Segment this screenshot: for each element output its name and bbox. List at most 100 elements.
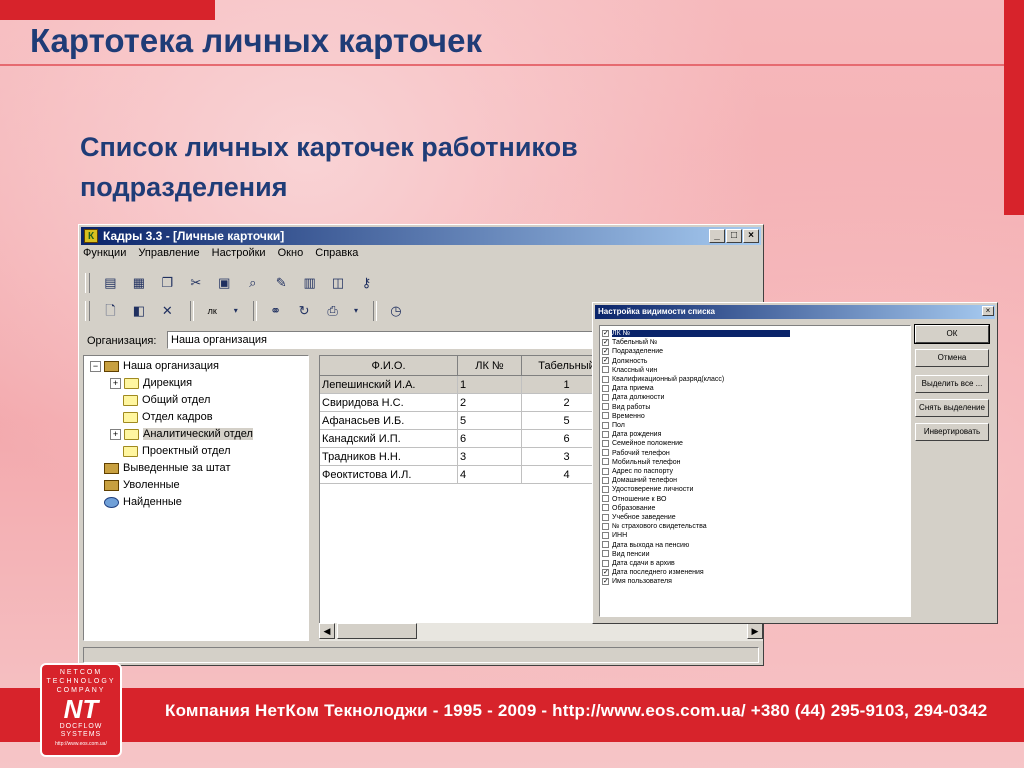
checkbox-checked-icon[interactable]: ✓ [602,578,609,586]
binoculars-icon[interactable]: ⚭ [266,301,286,321]
book-icon[interactable]: ◫ [328,273,348,293]
copy-icon[interactable]: ❐ [157,273,177,293]
toolbar-grip-2[interactable] [85,301,90,321]
checkbox-icon[interactable] [602,440,609,448]
checklist-item[interactable]: Адрес по паспорту [602,467,673,476]
checkbox-icon[interactable] [602,412,609,420]
table-cell[interactable]: 6 [458,430,522,448]
checkbox-icon[interactable] [602,449,609,457]
checklist-item[interactable]: Дата рождения [602,430,661,439]
dialog-title[interactable]: Настройка видимости списка [595,305,995,319]
checklist-item[interactable]: № страхового свидетельства [602,522,707,531]
checkbox-icon[interactable] [602,467,609,475]
checkbox-icon[interactable] [602,541,609,549]
table-cell[interactable]: Лепешинский И.А. [320,376,458,394]
checklist-item[interactable]: Вид работы [602,403,650,412]
checkbox-icon[interactable] [602,495,609,503]
checklist-item[interactable]: Дата должности [602,393,664,402]
checklist-item[interactable]: ✓ Дата последнего изменения [602,568,704,577]
table-cell[interactable]: 3 [458,448,522,466]
table-cell[interactable]: 2 [458,394,522,412]
scroll-thumb[interactable] [337,623,417,639]
table-cell[interactable]: Феоктистова И.Л. [320,466,458,484]
expand-icon[interactable]: + [110,377,121,389]
checkbox-checked-icon[interactable]: ✓ [602,338,609,346]
table-cell[interactable]: Свиридова Н.С. [320,394,458,412]
tree-node-analytics[interactable]: + Аналитический отдел [110,428,253,444]
dialog-close-icon[interactable]: × [982,306,994,316]
tree-node-project[interactable]: Проектный отдел [123,445,231,461]
checklist-item[interactable]: ✓ ЛК № [602,329,791,338]
checkbox-icon[interactable] [602,522,609,530]
checklist-item[interactable]: Классный чин [602,366,657,375]
scroll-right-icon[interactable]: ▶ [747,623,763,639]
lk-button[interactable]: лк [202,301,222,321]
column-header-lk[interactable]: ЛК № [458,356,522,376]
delete-icon[interactable]: ✕ [157,301,177,321]
edit-icon[interactable]: ✎ [271,273,291,293]
checkbox-checked-icon[interactable]: ✓ [602,329,609,337]
toolbar-grip[interactable] [85,273,90,293]
horizontal-scrollbar[interactable]: ◀ ▶ [319,623,763,641]
table-cell[interactable]: 1 [458,376,522,394]
print-icon[interactable]: ⎙ [323,301,343,321]
checklist-item[interactable]: Дата приема [602,384,654,393]
scissors-icon[interactable]: ✂ [186,273,206,293]
checkbox-icon[interactable] [602,375,609,383]
menu-settings[interactable]: Настройки [212,247,266,259]
window-titlebar[interactable]: К Кадры 3.3 - [Личные карточки] _ □ × [81,227,761,245]
list-icon[interactable]: ▤ [100,273,120,293]
checkbox-icon[interactable] [602,384,609,392]
checklist-item[interactable]: Квалификационный разряд(класс) [602,375,724,384]
print-dropdown-icon[interactable]: ▾ [351,301,361,321]
checkbox-icon[interactable] [602,550,609,558]
checklist-item[interactable]: ✓ Имя пользователя [602,577,672,586]
cancel-button[interactable]: Отмена [915,349,989,367]
tree-node-direction[interactable]: + Дирекция [110,377,192,393]
checkbox-icon[interactable] [602,504,609,512]
expand-icon[interactable]: + [110,428,121,440]
checklist-item[interactable]: Пол [602,421,625,430]
checklist-item[interactable]: Рабочий телефон [602,449,670,458]
tree-node-general[interactable]: Общий отдел [123,394,210,410]
tree-node-offstaff[interactable]: Выведенные за штат [104,462,230,478]
collapse-icon[interactable]: − [90,360,101,372]
checklist-item[interactable]: ✓ Табельный № [602,338,657,347]
keys-icon[interactable]: ⚷ [357,273,377,293]
checkbox-checked-icon[interactable]: ✓ [602,348,609,356]
checkbox-icon[interactable] [602,513,609,521]
column-header-name[interactable]: Ф.И.О. [320,356,458,376]
new-document-icon[interactable]: 🗋 [100,301,120,321]
refresh-icon[interactable]: ↻ [294,301,314,321]
checklist-item[interactable]: Удостоверение личности [602,485,693,494]
table-icon[interactable]: ▥ [300,273,320,293]
maximize-button[interactable]: □ [726,229,742,243]
deselect-button[interactable]: Снять выделение [915,399,989,417]
checkbox-icon[interactable] [602,430,609,438]
checkbox-icon[interactable] [602,486,609,494]
close-button[interactable]: × [743,229,759,243]
tree-node-org[interactable]: − Наша организация [90,360,219,376]
clock-icon[interactable]: ◷ [386,301,406,321]
checkbox-icon[interactable] [602,476,609,484]
card-icon[interactable]: ▦ [129,273,149,293]
tree-node-dismissed[interactable]: Уволенные [104,479,180,495]
checklist-item[interactable]: Вид пенсии [602,550,649,559]
invert-button[interactable]: Инвертировать [915,423,989,441]
table-cell[interactable]: Афанасьев И.Б. [320,412,458,430]
menu-functions[interactable]: Функции [83,247,126,259]
scroll-left-icon[interactable]: ◀ [319,623,335,639]
checklist-item[interactable]: Дата сдачи в архив [602,559,675,568]
menu-window[interactable]: Окно [278,247,304,259]
checkbox-icon[interactable] [602,394,609,402]
table-cell[interactable]: Традников Н.Н. [320,448,458,466]
table-cell[interactable]: 4 [458,466,522,484]
search-icon[interactable]: ⌕ [243,273,263,293]
checkbox-icon[interactable] [602,421,609,429]
minimize-button[interactable]: _ [709,229,725,243]
checkbox-icon[interactable] [602,366,609,374]
checkbox-icon[interactable] [602,559,609,567]
menu-help[interactable]: Справка [315,247,358,259]
table-cell[interactable]: 5 [458,412,522,430]
open-document-icon[interactable]: ◧ [129,301,149,321]
